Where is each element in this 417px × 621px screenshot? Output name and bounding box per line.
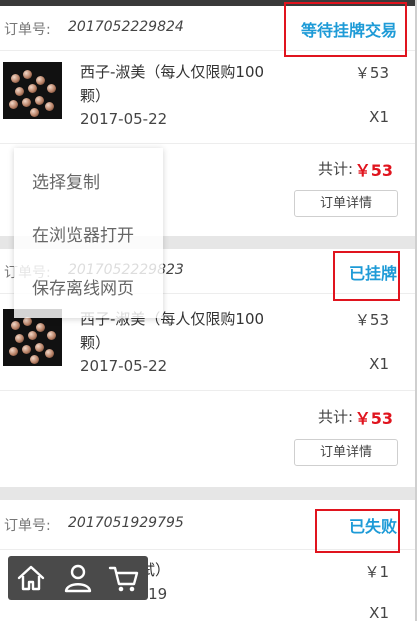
floating-toolbar (8, 556, 148, 600)
pearl-image (36, 76, 45, 85)
product-price: ￥53 (354, 64, 389, 82)
pearl-image (22, 98, 31, 107)
pearl-image (47, 84, 56, 93)
pearl-image (30, 355, 39, 364)
pearl-image (22, 345, 31, 354)
pearl-image (23, 317, 32, 326)
order-number-label: 订单号: (4, 518, 51, 534)
order-detail-button[interactable]: 订单详情 (294, 190, 398, 217)
order-detail-button[interactable]: 订单详情 (294, 439, 398, 466)
user-icon[interactable] (60, 561, 96, 595)
home-icon[interactable] (13, 561, 49, 595)
menu-item-open-in-browser[interactable]: 在浏览器打开 (32, 221, 134, 246)
product-quantity: X1 (369, 604, 389, 621)
total-amount: ￥53 (354, 161, 393, 180)
pearl-image (11, 321, 20, 330)
total-label: 共计: (317, 408, 353, 426)
pearl-image (45, 349, 54, 358)
pearl-image (9, 347, 18, 356)
pearl-image (47, 331, 56, 340)
order-date: 2017-05-22 (80, 110, 168, 128)
pearl-image (36, 323, 45, 332)
total-label: 共计: (317, 160, 353, 178)
menu-item-save-offline[interactable]: 保存离线网页 (32, 274, 134, 299)
pearl-image (15, 87, 24, 96)
status-highlight-box (284, 2, 407, 57)
order-item[interactable]: 西子-淑美（每人仅限购100颗） 2017-05-22 ￥53 X1 (0, 52, 417, 144)
pearl-image (28, 84, 37, 93)
product-price: ￥53 (354, 311, 389, 329)
pearl-image (23, 70, 32, 79)
product-quantity: X1 (369, 355, 389, 373)
pearl-image (9, 100, 18, 109)
product-thumbnail (3, 62, 62, 119)
pearl-image (11, 74, 20, 83)
order-number: 2017051929795 (68, 515, 184, 531)
cart-icon[interactable] (106, 561, 142, 595)
pearl-image (35, 96, 44, 105)
context-menu: 选择复制 在浏览器打开 保存离线网页 (14, 148, 163, 318)
product-quantity: X1 (369, 108, 389, 126)
order-number-label: 订单号: (4, 22, 51, 38)
pearl-image (45, 102, 54, 111)
order-number: 2017052229824 (68, 19, 184, 35)
status-highlight-box (333, 251, 400, 301)
product-price: ￥1 (364, 563, 389, 581)
total-amount: ￥53 (354, 409, 393, 428)
pearl-image (15, 334, 24, 343)
pearl-image (35, 343, 44, 352)
menu-item-select-copy[interactable]: 选择复制 (32, 168, 100, 193)
product-name: 西子-淑美（每人仅限购100颗） (80, 63, 265, 105)
status-highlight-box (315, 509, 400, 553)
order-date: 2017-05-22 (80, 357, 168, 375)
pearl-image (30, 108, 39, 117)
pearl-image (28, 331, 37, 340)
